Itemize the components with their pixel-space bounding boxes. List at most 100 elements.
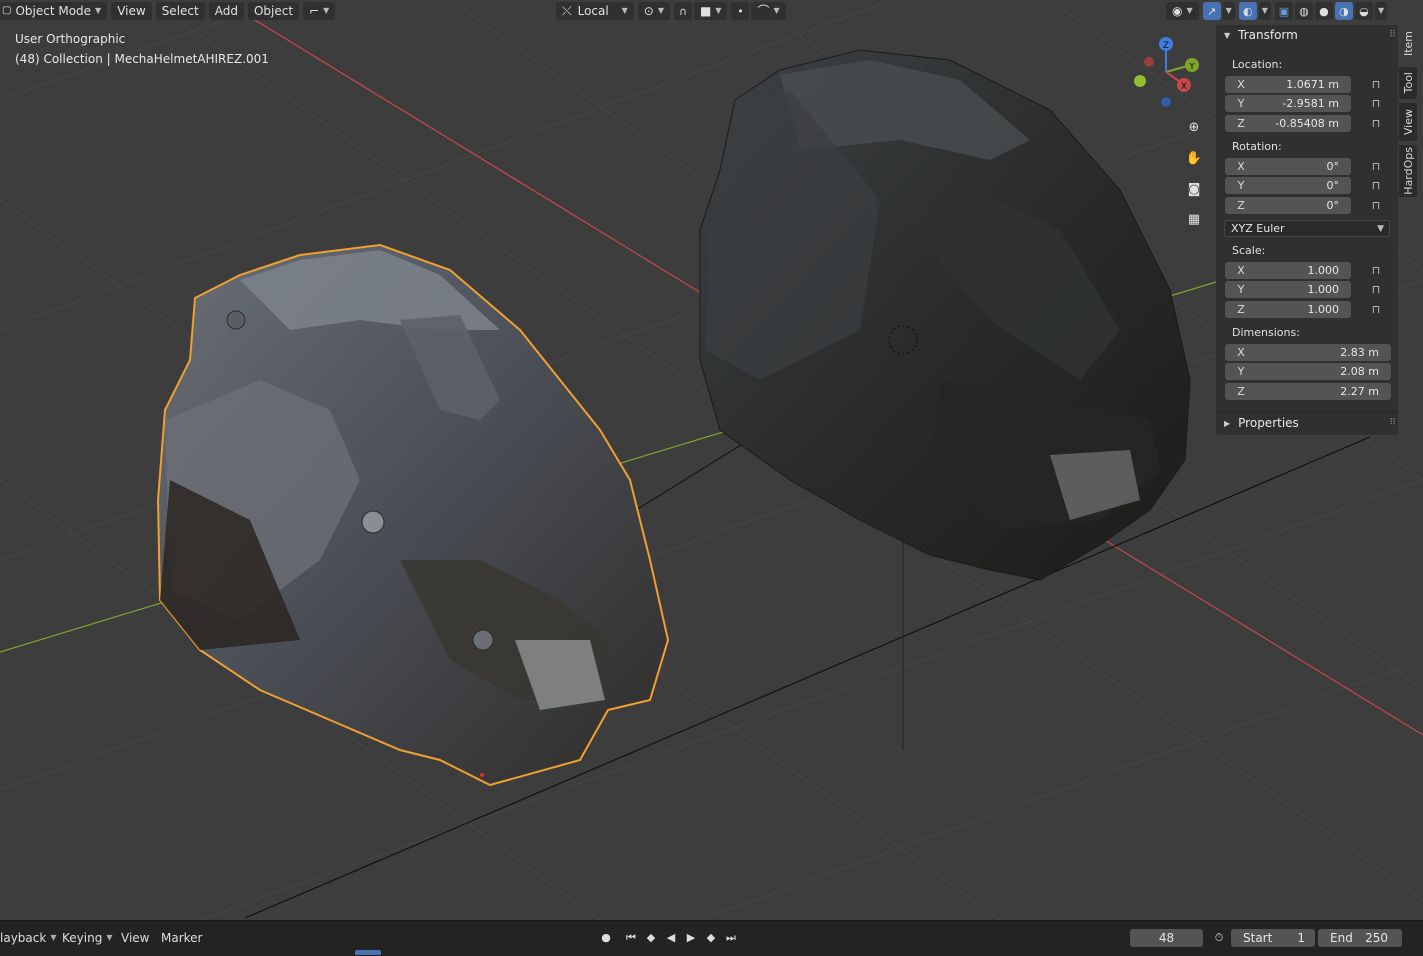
drag-handle-icon[interactable]: ⠿ [1389,30,1396,40]
next-keyframe-button[interactable]: ◆ [703,930,719,946]
menu-timeline-view[interactable]: View [121,929,149,947]
pan-button[interactable]: ✋ [1182,146,1206,170]
transform-panel-header[interactable]: ▼ Transform ⠿ [1216,25,1398,45]
scale-x-field[interactable]: X 1.000 [1225,262,1351,279]
properties-panel-header[interactable]: ▶ Properties ⠿ [1216,413,1398,433]
location-y-field[interactable]: Y -2.9581 m [1225,95,1351,112]
lock-icon[interactable]: ⊓ [1369,117,1383,131]
lock-icon[interactable]: ⊓ [1369,199,1383,213]
shading-rendered[interactable]: ◒ [1354,2,1373,20]
lock-icon[interactable]: ⊓ [1369,283,1383,297]
scale-label: Scale: [1232,244,1266,257]
collection-info: (48) Collection | MechaHelmetAHIREZ.001 [15,52,269,66]
solid-sphere-icon: ● [1319,4,1329,18]
jump-start-button[interactable]: ⏮ [623,930,639,946]
rotation-mode-select[interactable]: XYZ Euler ▼ [1224,220,1390,237]
menu-keying[interactable]: Keying ▼ [62,929,112,947]
gizmo-icon: ↗ [1207,4,1217,18]
gizmo-neg-z-circle[interactable] [1161,97,1171,107]
location-x-field[interactable]: X 1.0671 m [1225,76,1351,93]
camera-view-button[interactable]: ◙ [1182,177,1206,201]
location-label: Location: [1232,58,1283,71]
chevron-down-icon: ▼ [106,933,113,942]
chevron-down-icon: ▼ [95,6,102,15]
chevron-down-icon: ▼ [657,6,664,15]
start-frame-field[interactable]: Start 1 [1231,929,1315,947]
gizmo-neg-x-circle[interactable] [1144,57,1154,67]
scale-y-field[interactable]: Y 1.000 [1225,281,1351,298]
transform-orientation[interactable]: ⤬ Local ▼ [556,2,634,20]
rotation-z-field[interactable]: Z 0° [1225,197,1351,214]
jump-end-button[interactable]: ⏭ [723,930,739,946]
pivot-icon: ⊙ [643,4,654,18]
prev-keyframe-button[interactable]: ◆ [643,930,659,946]
lock-icon[interactable]: ⊓ [1369,160,1383,174]
ortho-toggle-button[interactable]: ▦ [1182,207,1206,231]
menu-select[interactable]: Select [155,2,205,20]
lock-icon[interactable]: ⊓ [1369,303,1383,317]
overlays-toggle[interactable]: ◐ [1238,2,1257,20]
gizmo-neg-y-circle[interactable] [1134,75,1146,87]
tab-tool[interactable]: Tool [1399,67,1417,99]
visibility-dropdown[interactable]: ◉ ▼ [1166,2,1199,20]
lock-icon[interactable]: ⊓ [1369,97,1383,111]
mode-selector[interactable]: ▢ Object Mode ▼ [0,2,108,20]
jump-end-icon: ⏭ [726,931,736,944]
snap-target[interactable]: ■ ▼ [693,2,728,20]
snap-toggle[interactable]: ∩ [673,2,692,20]
navigation-gizmo[interactable]: Z Y X [1128,34,1204,110]
tab-item[interactable]: Item [1399,25,1417,63]
mode-label: Object Mode [15,4,92,18]
location-z-field[interactable]: Z -0.85408 m [1225,115,1351,132]
rotation-x-field[interactable]: X 0° [1225,158,1351,175]
lock-icon[interactable]: ⊓ [1369,179,1383,193]
wireframe-sphere-icon: ◍ [1299,4,1309,18]
menu-add[interactable]: Add [208,2,244,20]
gizmo-toggle[interactable]: ↗ [1202,2,1221,20]
dimensions-x-field[interactable]: X 2.83 m [1225,344,1391,361]
hand-icon: ✋ [1185,150,1203,166]
chevron-down-icon: ▼ [50,933,57,942]
dimensions-y-field[interactable]: Y 2.08 m [1225,363,1391,380]
menu-view[interactable]: View [111,2,152,20]
menu-playback[interactable]: layback ▼ [0,929,56,947]
drag-handle-icon[interactable]: ⠿ [1389,418,1396,428]
gizmo-dropdown[interactable]: ▼ [1222,2,1235,20]
lock-icon[interactable]: ⊓ [1369,264,1383,278]
play-button[interactable]: ▶ [683,930,699,946]
orientation-icon: ⤬ [562,4,572,18]
end-frame-field[interactable]: End 250 [1318,929,1402,947]
menu-marker[interactable]: Marker [161,929,202,947]
menu-object[interactable]: Object [247,2,300,20]
grid-icon: ▦ [1187,211,1201,227]
dimensions-z-field[interactable]: Z 2.27 m [1225,383,1391,400]
camera-icon: ◙ [1187,181,1201,197]
rotation-y-field[interactable]: Y 0° [1225,177,1351,194]
proportional-edit-toggle[interactable]: • [731,2,750,20]
chevron-down-icon: ▼ [621,6,628,15]
xray-icon: ▣ [1278,4,1290,18]
current-frame-field[interactable]: 48 [1130,929,1203,947]
play-reverse-button[interactable]: ◀ [663,930,679,946]
preview-range-button[interactable]: ⏱ [1211,930,1227,946]
3d-viewport[interactable]: ▢ Object Mode ▼ View Select Add Object ⌐… [0,0,1423,920]
scale-z-field[interactable]: Z 1.000 [1225,301,1351,318]
shading-dropdown[interactable]: ▼ [1374,2,1388,20]
magnify-plus-icon: ⊕ [1188,119,1200,135]
pivot-point[interactable]: ⊙ ▼ [637,2,670,20]
tab-hardops[interactable]: HardOps [1399,145,1417,197]
select-box-mode[interactable]: ⌐ ▼ [303,2,336,20]
playhead-marker[interactable] [355,950,381,955]
proportional-falloff[interactable]: ⌒ ▼ [751,2,786,20]
shading-solid[interactable]: ● [1314,2,1333,20]
next-keyframe-icon: ◆ [706,931,716,944]
shading-material[interactable]: ◑ [1334,2,1353,20]
xray-toggle[interactable]: ▣ [1274,2,1293,20]
tab-view[interactable]: View [1399,103,1417,141]
zoom-button[interactable]: ⊕ [1182,115,1206,139]
shading-wireframe[interactable]: ◍ [1294,2,1313,20]
overlays-dropdown[interactable]: ▼ [1258,2,1271,20]
lock-icon[interactable]: ⊓ [1369,78,1383,92]
chevron-down-icon: ▼ [323,6,330,15]
record-button[interactable]: ● [598,930,614,946]
